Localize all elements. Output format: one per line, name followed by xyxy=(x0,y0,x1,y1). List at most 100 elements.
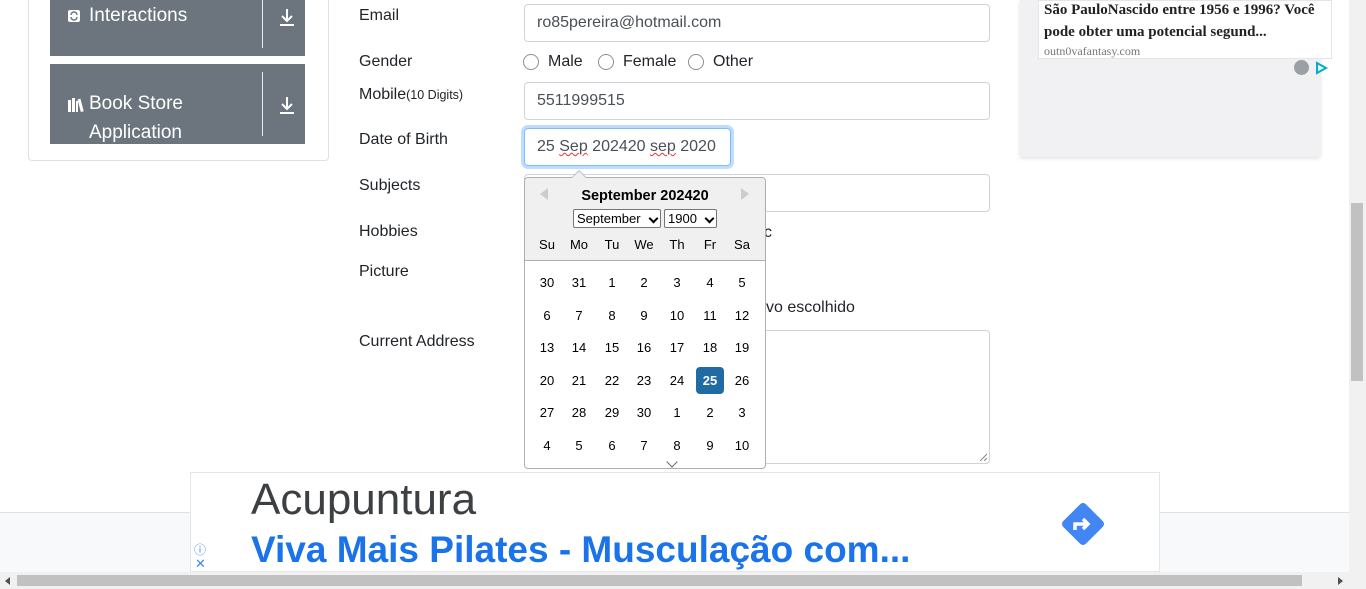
calendar-day[interactable]: 6 xyxy=(533,302,561,329)
day-name: Mo xyxy=(569,237,589,252)
ad-close-icon[interactable]: ✕ xyxy=(195,556,206,572)
chevron-down-icon xyxy=(704,213,715,224)
calendar-day[interactable]: 7 xyxy=(630,432,658,459)
calendar-day[interactable]: 14 xyxy=(565,334,593,361)
calendar-day[interactable]: 17 xyxy=(663,334,691,361)
sidebar-group-label-line2: Application xyxy=(89,122,182,143)
radio-label: Female xyxy=(623,53,677,70)
ad-banner-bottom[interactable]: Acupuntura Viva Mais Pilates - Musculaçã… xyxy=(190,472,1160,572)
download-icon[interactable] xyxy=(278,96,296,116)
ad-banner-top[interactable]: São PauloNascido entre 1956 e 1996? Você… xyxy=(1020,0,1332,157)
calendar-day[interactable]: 8 xyxy=(663,432,691,459)
sidebar-group-interactions[interactable]: Interactions xyxy=(50,0,305,56)
year-select[interactable]: 1900 xyxy=(664,209,717,228)
calendar-day[interactable]: 3 xyxy=(728,399,756,426)
calendar-day[interactable]: 15 xyxy=(598,334,626,361)
dob-label: Date of Birth xyxy=(359,131,448,148)
gender-label: Gender xyxy=(359,53,413,70)
dob-text: 202420 xyxy=(592,138,646,155)
ad-headline[interactable]: São PauloNascido entre 1956 e 1996? Você… xyxy=(1044,0,1329,43)
horizontal-scrollbar-thumb[interactable] xyxy=(17,575,1302,586)
calendar-day[interactable]: 30 xyxy=(533,269,561,296)
month-select[interactable]: September xyxy=(573,209,661,228)
email-input[interactable]: ro85pereira@hotmail.com xyxy=(524,4,990,42)
mobile-input[interactable]: 5511999515 xyxy=(524,82,990,120)
ad-title[interactable]: Acupuntura xyxy=(251,475,476,525)
calendar-day[interactable]: 6 xyxy=(598,432,626,459)
radio-circle[interactable] xyxy=(523,54,539,70)
day-name: We xyxy=(634,237,654,252)
next-month-icon[interactable] xyxy=(741,188,749,200)
calendar-day[interactable]: 7 xyxy=(565,302,593,329)
scroll-right-icon[interactable] xyxy=(1338,577,1343,585)
day-name: Th xyxy=(669,237,685,252)
calendar-day[interactable]: 28 xyxy=(565,399,593,426)
hobbies-label: Hobbies xyxy=(359,223,418,240)
gender-male-radio[interactable]: Male xyxy=(523,53,583,71)
adchoices-icon[interactable] xyxy=(1314,61,1328,75)
calendar-day[interactable]: 4 xyxy=(533,432,561,459)
page: Interactions Book Store Application Emai… xyxy=(0,0,1366,589)
ad-domain: outn0vafantasy.com xyxy=(1044,44,1141,58)
vertical-scrollbar-thumb[interactable] xyxy=(1351,203,1363,381)
vertical-scrollbar[interactable] xyxy=(1349,0,1366,589)
scroll-left-icon[interactable] xyxy=(5,577,10,585)
dob-input[interactable]: 25 Sep 202420 sep 2020 xyxy=(524,128,731,166)
subjects-label: Subjects xyxy=(359,177,421,194)
calendar-day[interactable]: 1 xyxy=(598,269,626,296)
dob-text: 25 xyxy=(537,138,560,155)
calendar-day[interactable]: 19 xyxy=(728,334,756,361)
calendar-day[interactable]: 13 xyxy=(533,334,561,361)
ad-close-icon[interactable] xyxy=(1294,60,1309,75)
calendar-day[interactable]: 27 xyxy=(533,399,561,426)
calendar-day[interactable]: 26 xyxy=(728,367,756,394)
radio-circle[interactable] xyxy=(688,54,704,70)
ad-subtitle[interactable]: Viva Mais Pilates - Musculação com... xyxy=(251,529,910,571)
calendar-day[interactable]: 8 xyxy=(598,302,626,329)
ad-text-box[interactable]: São PauloNascido entre 1956 e 1996? Você… xyxy=(1038,0,1332,59)
picture-label: Picture xyxy=(359,263,409,280)
calendar-day[interactable]: 23 xyxy=(630,367,658,394)
calendar-day-selected[interactable]: 25 xyxy=(696,367,724,394)
horizontal-scrollbar[interactable] xyxy=(0,572,1349,589)
calendar-day[interactable]: 5 xyxy=(728,269,756,296)
calendar-day[interactable]: 2 xyxy=(696,399,724,426)
calendar-day[interactable]: 9 xyxy=(696,432,724,459)
calendar-day[interactable]: 29 xyxy=(598,399,626,426)
calendar-day[interactable]: 11 xyxy=(696,302,724,329)
calendar-day[interactable]: 24 xyxy=(663,367,691,394)
gender-other-radio[interactable]: Other xyxy=(688,53,753,71)
download-icon[interactable] xyxy=(278,8,296,28)
calendar-day[interactable]: 18 xyxy=(696,334,724,361)
day-name: Fr xyxy=(703,237,717,252)
directions-icon[interactable] xyxy=(1059,500,1107,548)
email-label: Email xyxy=(359,7,400,24)
calendar-day[interactable]: 21 xyxy=(565,367,593,394)
address-label: Current Address xyxy=(359,333,475,350)
radio-circle[interactable] xyxy=(598,54,614,70)
calendar-day[interactable]: 1 xyxy=(663,399,691,426)
calendar-day[interactable]: 10 xyxy=(728,432,756,459)
calendar-day[interactable]: 4 xyxy=(696,269,724,296)
calendar-day[interactable]: 2 xyxy=(630,269,658,296)
calendar-day[interactable]: 10 xyxy=(663,302,691,329)
calendar-day[interactable]: 12 xyxy=(728,302,756,329)
calendar-day[interactable]: 5 xyxy=(565,432,593,459)
calendar-day[interactable]: 16 xyxy=(630,334,658,361)
day-name: Tu xyxy=(604,237,620,252)
interactions-icon xyxy=(67,9,81,26)
calendar-day[interactable]: 9 xyxy=(630,302,658,329)
datepicker-header: September 202420 September 1900 Su Mo Tu… xyxy=(525,178,765,261)
datepicker-popup: September 202420 September 1900 Su Mo Tu… xyxy=(524,170,766,469)
dob-text-misspelled: sep xyxy=(650,138,676,155)
calendar-day[interactable]: 22 xyxy=(598,367,626,394)
calendar-day[interactable]: 20 xyxy=(533,367,561,394)
calendar-day[interactable]: 31 xyxy=(565,269,593,296)
calendar-day[interactable]: 3 xyxy=(663,269,691,296)
year-select-value: 1900 xyxy=(668,211,697,226)
resize-handle-icon[interactable] xyxy=(979,453,987,461)
gender-female-radio[interactable]: Female xyxy=(598,53,676,71)
sidebar-group-book-store[interactable]: Book Store Application xyxy=(50,64,305,144)
books-icon xyxy=(67,97,85,116)
calendar-day[interactable]: 30 xyxy=(630,399,658,426)
